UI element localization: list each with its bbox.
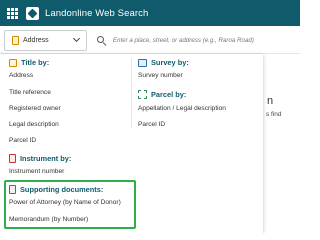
parcel-by-label: Parcel by:	[151, 90, 187, 99]
search-icon	[97, 35, 107, 46]
option-power-of-attorney[interactable]: Power of Attorney (by Name of Donor)	[9, 199, 121, 206]
title-by-heading: Title by:	[9, 58, 49, 67]
instrument-by-label: Instrument by:	[20, 154, 72, 163]
app-title: Landonline Web Search	[45, 7, 149, 19]
top-bar: Landonline Web Search	[0, 0, 300, 26]
option-appellation-legal-description[interactable]: Appellation / Legal description	[138, 105, 226, 112]
option-memorandum[interactable]: Memorandum (by Number)	[9, 216, 88, 223]
parcel-icon	[138, 90, 147, 99]
search-type-select[interactable]: Address	[4, 30, 87, 51]
book-icon	[9, 58, 17, 67]
option-legal-description[interactable]: Legal description	[9, 121, 59, 128]
search-input[interactable]	[112, 37, 296, 44]
survey-by-heading: Survey by:	[138, 58, 189, 67]
option-instrument-number[interactable]: Instrument number	[9, 168, 64, 175]
column-divider	[131, 58, 132, 128]
book-icon	[12, 36, 19, 45]
supporting-documents-label: Supporting documents:	[20, 185, 104, 194]
instrument-by-heading: Instrument by:	[9, 154, 71, 163]
background-text-fragment: s find	[266, 111, 282, 118]
document-icon	[9, 185, 16, 194]
title-by-label: Title by:	[21, 58, 50, 67]
supporting-documents-heading: Supporting documents:	[9, 185, 103, 194]
background-text-letter: n	[267, 95, 274, 107]
apps-grid-icon[interactable]	[7, 7, 18, 19]
option-registered-owner[interactable]: Registered owner	[9, 105, 61, 112]
search-type-dropdown: Title by: Address Title reference Regist…	[0, 54, 263, 233]
landonline-web-search-window: Landonline Web Search Address n s find T…	[0, 0, 300, 233]
document-red-icon	[9, 154, 16, 163]
chevron-down-icon	[72, 34, 81, 43]
option-address[interactable]: Address	[9, 72, 33, 79]
option-survey-number[interactable]: Survey number	[138, 72, 183, 79]
option-parcel-id[interactable]: Parcel ID	[9, 137, 36, 144]
search-box[interactable]	[91, 30, 296, 51]
survey-by-label: Survey by:	[151, 58, 189, 67]
option-parcel-id-parcel[interactable]: Parcel ID	[138, 121, 165, 128]
landonline-logo-icon	[26, 6, 39, 20]
search-type-label: Address	[23, 37, 49, 44]
map-icon	[138, 58, 147, 67]
option-title-reference[interactable]: Title reference	[9, 89, 51, 96]
parcel-by-heading: Parcel by:	[138, 90, 186, 99]
search-row: Address	[0, 26, 300, 54]
